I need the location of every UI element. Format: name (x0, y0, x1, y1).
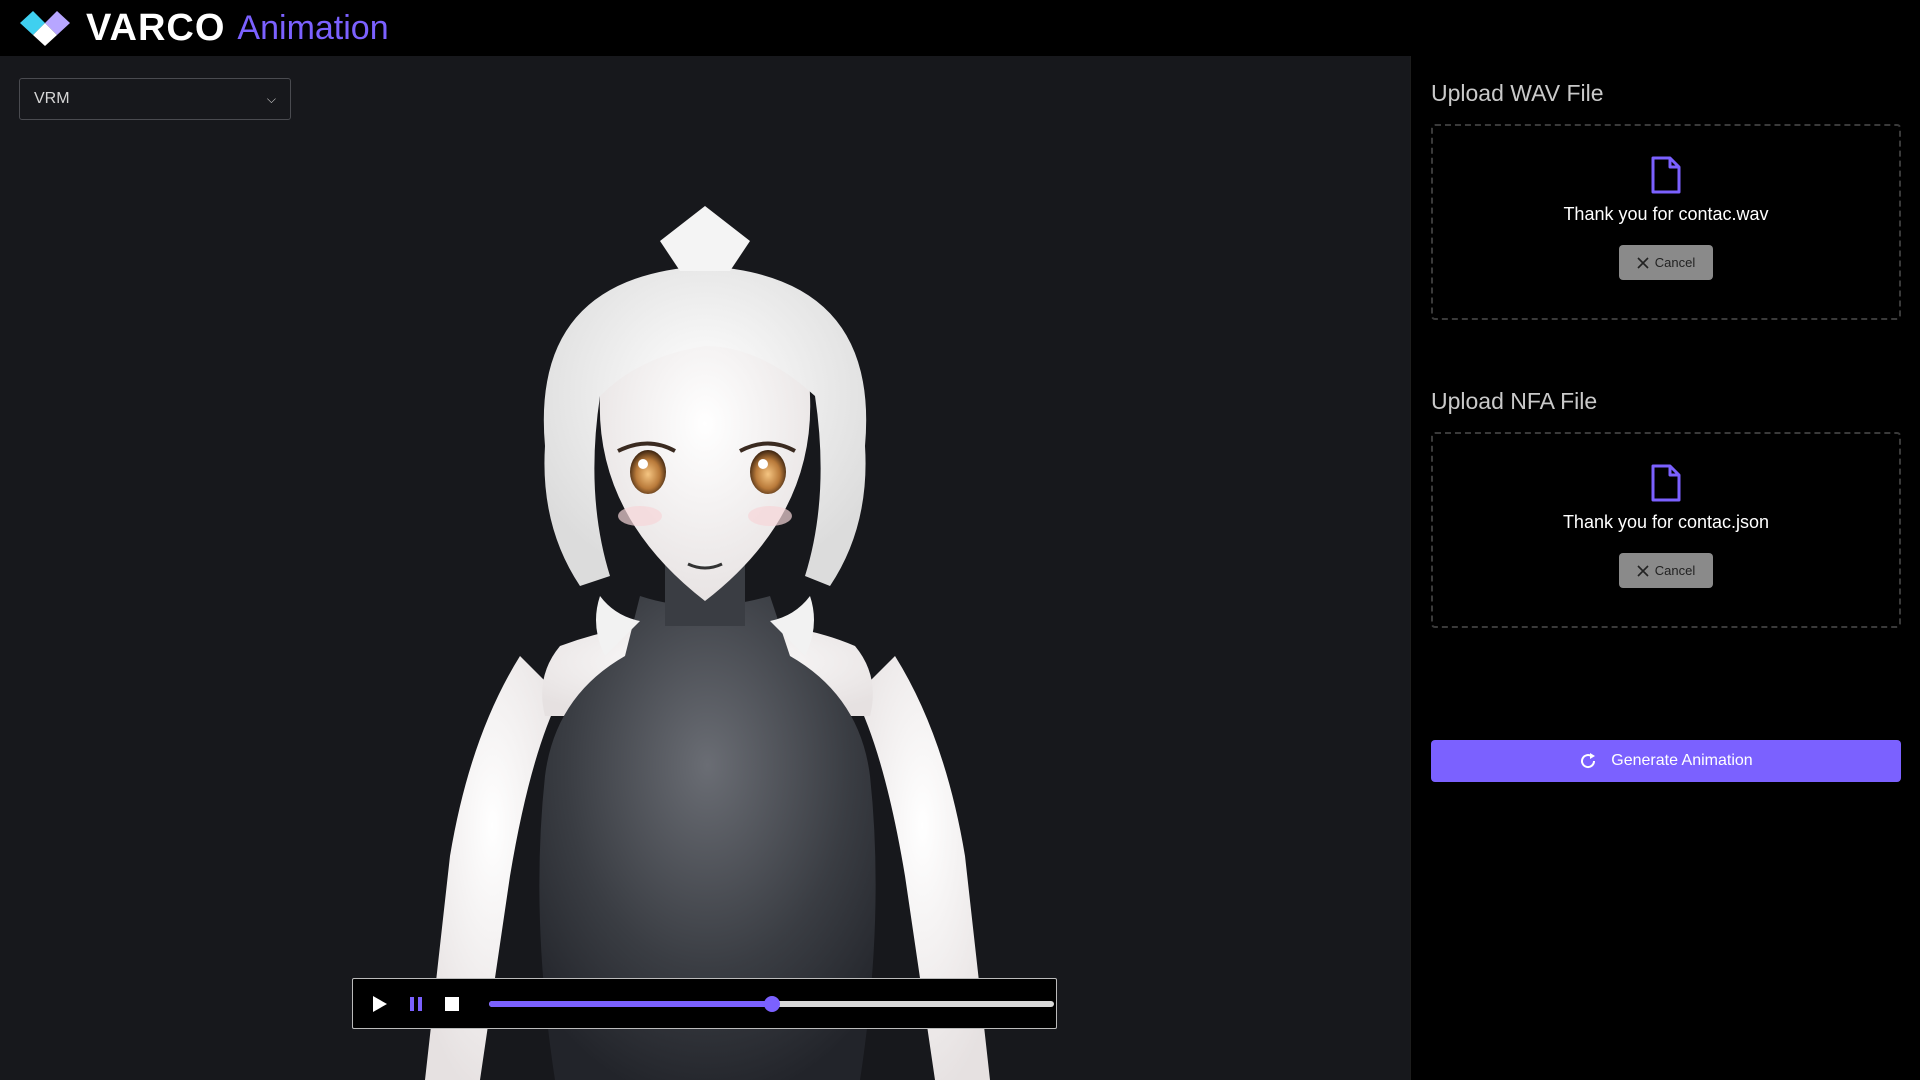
stop-icon (445, 996, 459, 1011)
3d-viewport[interactable]: VRM ⌵ (0, 56, 1410, 1080)
playback-slider-fill (489, 1000, 772, 1007)
play-button[interactable] (367, 991, 393, 1017)
file-icon (1651, 156, 1681, 194)
refresh-icon (1581, 753, 1596, 769)
playback-slider[interactable] (489, 995, 1054, 1012)
wav-file-name: Thank you for contac.wav (1563, 204, 1769, 224)
pause-button[interactable] (403, 991, 429, 1017)
stop-button[interactable] (439, 991, 465, 1017)
close-icon (1637, 256, 1649, 269)
generate-animation-label: Generate Animation (1611, 752, 1753, 769)
wav-upload-title: Upload WAV File (1431, 80, 1604, 106)
brand-name: VARCO (86, 6, 226, 49)
generate-animation-button[interactable]: Generate Animation (1431, 740, 1901, 782)
model-type-select[interactable]: VRM ⌵ (19, 78, 291, 120)
pause-icon (410, 996, 422, 1011)
vrm-avatar (425, 206, 990, 1080)
animation-player (352, 978, 1057, 1029)
upload-panel: Upload WAV File Thank you for contac.wav… (1410, 56, 1920, 1080)
nfa-cancel-button[interactable]: Cancel (1619, 553, 1713, 588)
chevron-down-icon: ⌵ (266, 91, 276, 106)
product-name: Animation (237, 8, 389, 47)
varco-logo-icon (20, 11, 70, 46)
nfa-upload-title: Upload NFA File (1431, 388, 1598, 414)
nfa-dropzone[interactable]: Thank you for contac.json Cancel (1431, 432, 1901, 628)
close-icon (1637, 564, 1649, 577)
nfa-cancel-label: Cancel (1654, 563, 1696, 578)
model-type-value: VRM (34, 90, 70, 107)
wav-cancel-label: Cancel (1654, 255, 1696, 270)
top-bar: VARCO Animation (0, 0, 1920, 56)
nfa-file-name: Thank you for contac.json (1562, 512, 1770, 532)
wav-cancel-button[interactable]: Cancel (1619, 245, 1713, 280)
playback-slider-thumb[interactable] (763, 995, 780, 1012)
wav-dropzone[interactable]: Thank you for contac.wav Cancel (1431, 124, 1901, 320)
play-icon (373, 995, 387, 1012)
file-icon (1651, 464, 1681, 502)
